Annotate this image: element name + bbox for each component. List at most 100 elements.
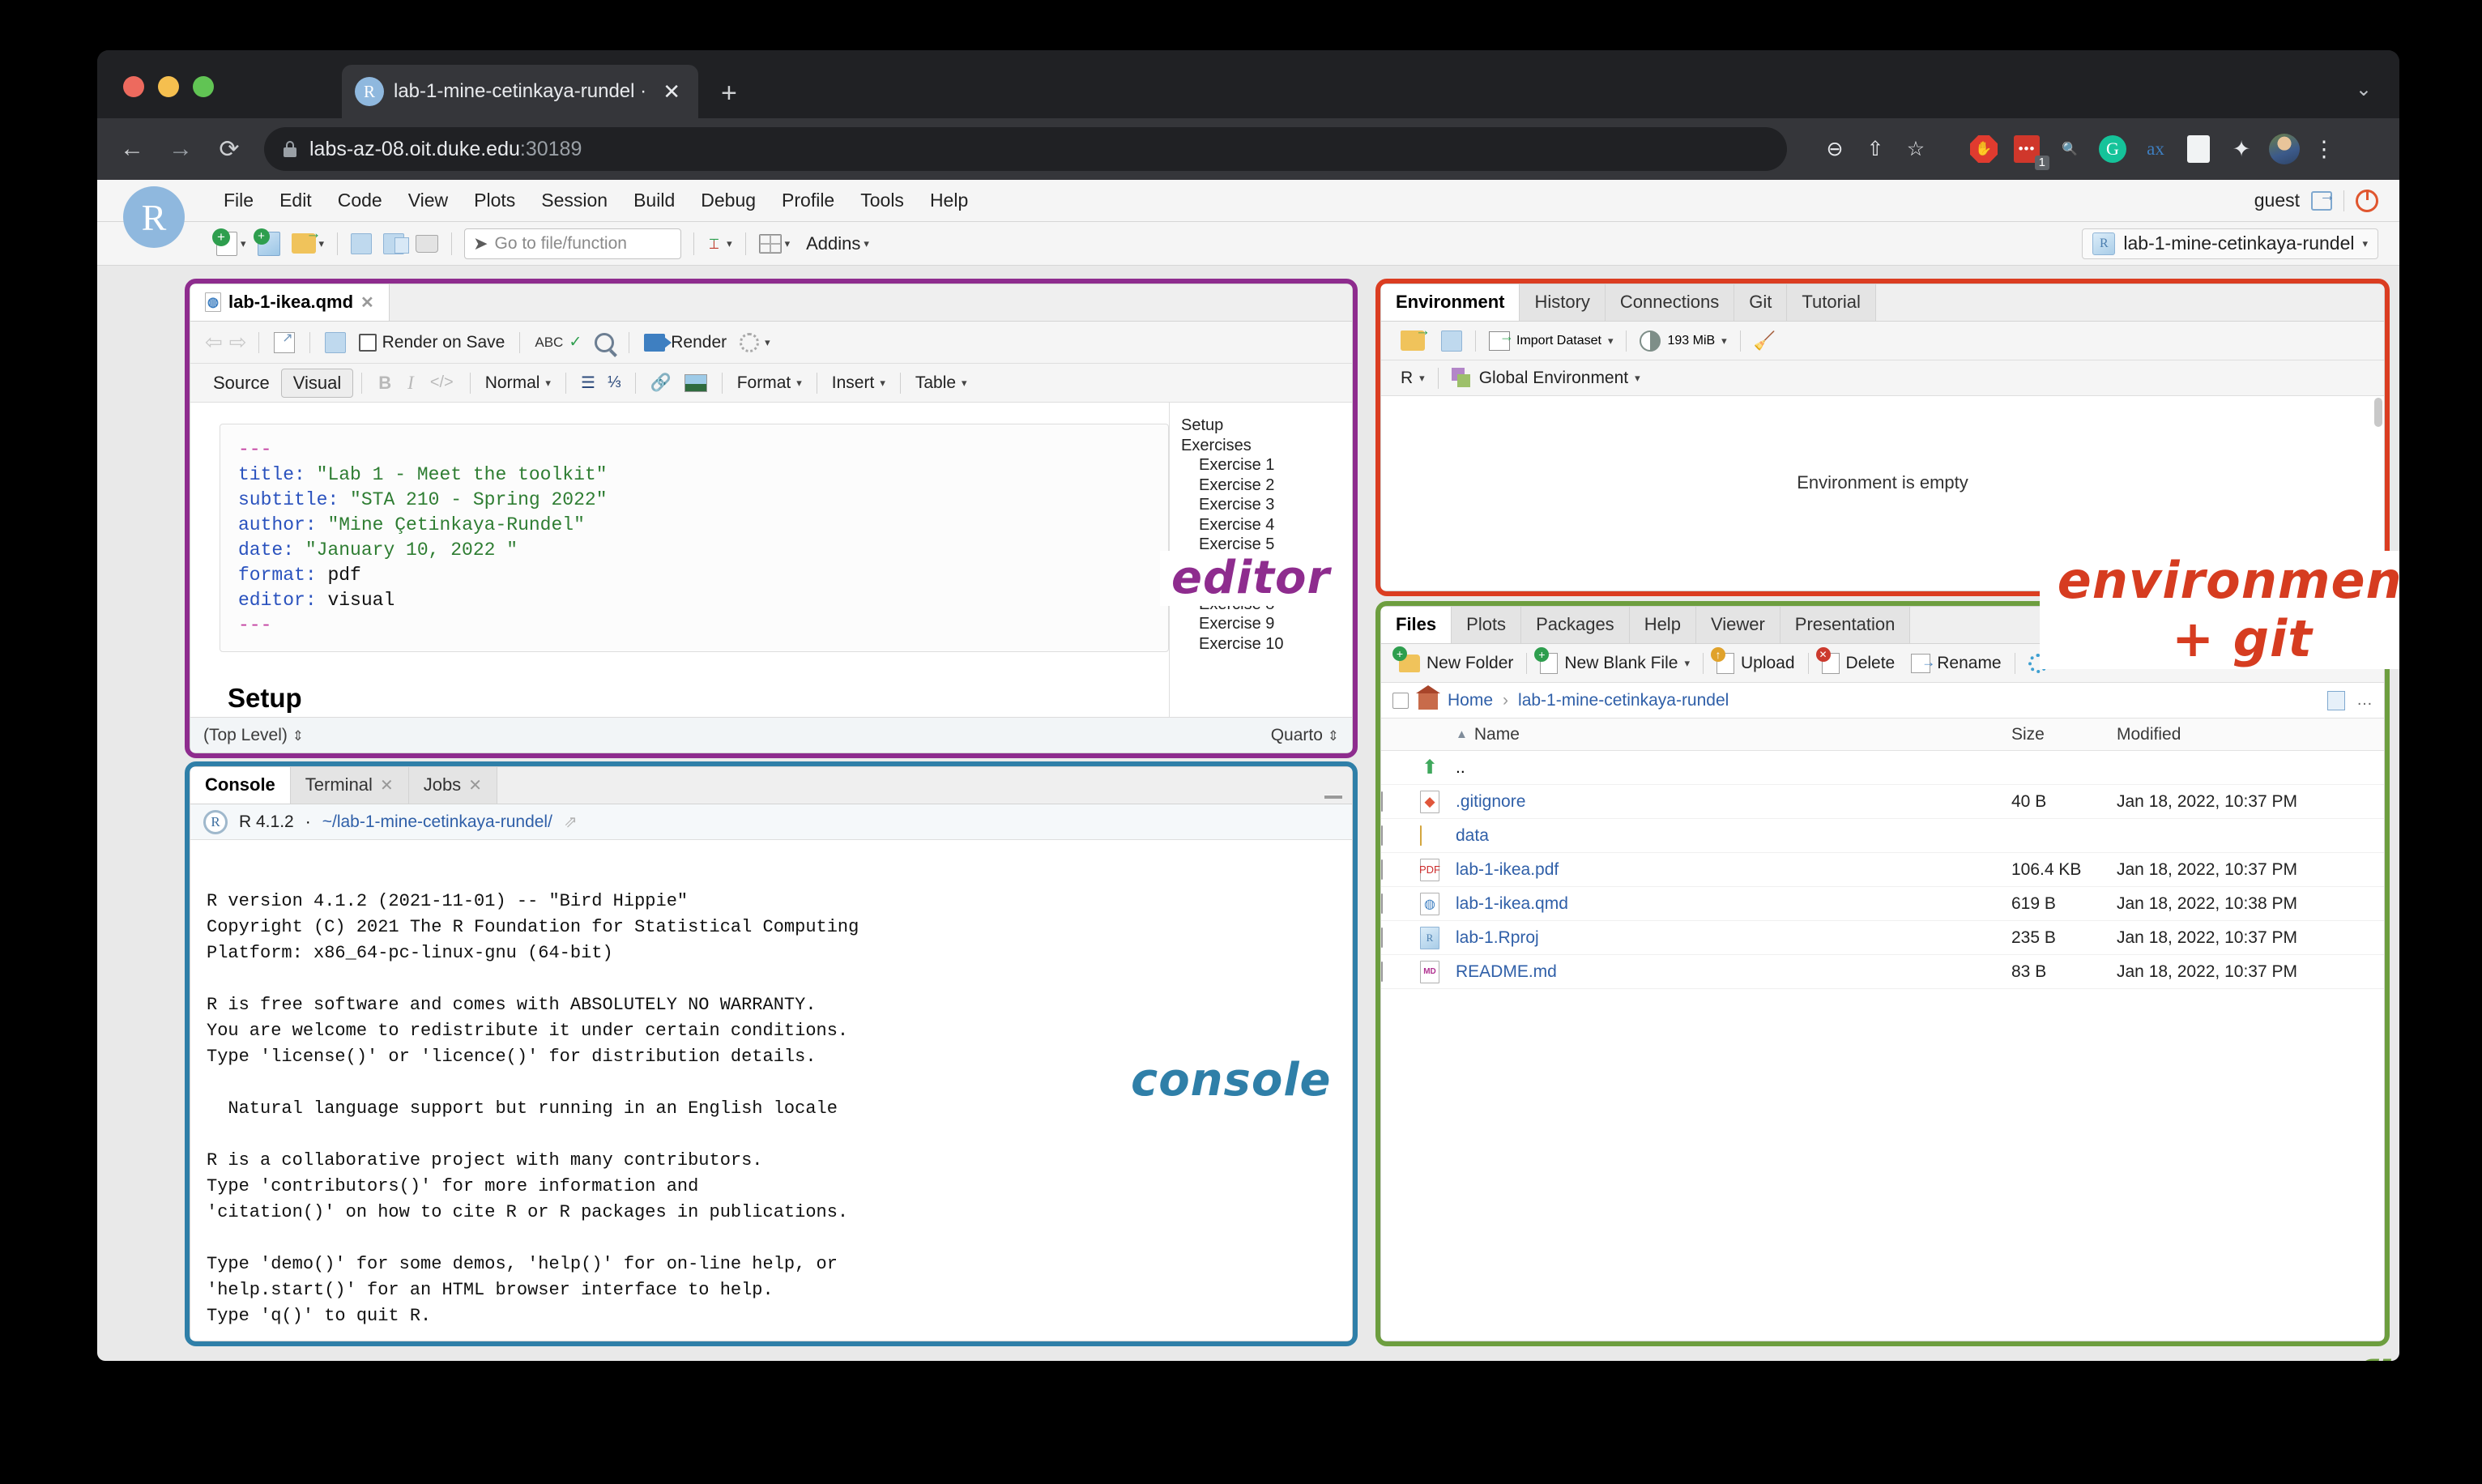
maximize-window-button[interactable] <box>193 76 214 97</box>
render-button[interactable]: Render <box>638 333 733 352</box>
block-format-dropdown[interactable]: Normal▾ <box>479 373 557 393</box>
tab-presentation[interactable]: Presentation <box>1780 606 1911 643</box>
tab-viewer[interactable]: Viewer <box>1696 606 1780 643</box>
insert-image-button[interactable] <box>678 374 714 392</box>
outline-item-exercises[interactable]: Exercises <box>1181 436 1352 456</box>
table-row[interactable]: ◍ lab-1-ikea.qmd 619 B Jan 18, 2022, 10:… <box>1381 887 2384 921</box>
close-window-button[interactable] <box>123 76 144 97</box>
menu-profile[interactable]: Profile <box>769 190 847 211</box>
project-caret-icon[interactable]: ▾ <box>2362 237 2368 250</box>
bookmark-star-icon[interactable]: ☆ <box>1897 130 1934 168</box>
table-row[interactable]: PDF lab-1-ikea.pdf 106.4 KB Jan 18, 2022… <box>1381 853 2384 887</box>
grammarly-icon[interactable]: G <box>2097 134 2128 164</box>
run-caret[interactable]: ▾ <box>727 237 732 250</box>
tab-console[interactable]: Console <box>190 766 291 804</box>
delete-button[interactable]: Delete <box>1814 653 1904 674</box>
scope-caret[interactable]: ▾ <box>1635 372 1640 385</box>
language-selector[interactable]: R▾ <box>1392 369 1433 388</box>
spellcheck-button[interactable]: ABC✓ <box>528 333 588 352</box>
table-row[interactable]: MD README.md 83 B Jan 18, 2022, 10:37 PM <box>1381 955 2384 989</box>
column-name[interactable]: ▲Name <box>1456 725 2011 744</box>
close-terminal-tab-icon[interactable]: ✕ <box>380 775 394 795</box>
save-button[interactable] <box>345 228 377 260</box>
editor-settings-button[interactable]: ▾ <box>733 333 777 352</box>
new-tab-button[interactable]: + <box>721 79 737 107</box>
column-size[interactable]: Size <box>2011 725 2117 744</box>
save-workspace-button[interactable] <box>1433 330 1470 352</box>
open-file-button[interactable]: ▾ <box>286 228 331 260</box>
home-icon[interactable] <box>1418 692 1438 710</box>
format-menu[interactable]: Format▾ <box>731 373 808 393</box>
tab-git[interactable]: Git <box>1734 284 1787 321</box>
breadcrumb-current[interactable]: lab-1-mine-cetinkaya-rundel <box>1518 691 1729 710</box>
addins-button[interactable]: Addins▾ <box>795 228 875 260</box>
reload-button[interactable]: ⟳ <box>215 135 243 164</box>
new-blank-file-caret[interactable]: ▾ <box>1684 657 1690 670</box>
console-output[interactable]: R version 4.1.2 (2021-11-01) -- "Bird Hi… <box>190 877 1352 1341</box>
editor-tab-lab-1-ikea-qmd[interactable]: ◍ lab-1-ikea.qmd ✕ <box>190 284 390 321</box>
more-paths-icon[interactable]: … <box>2356 691 2373 710</box>
import-dataset-caret[interactable]: ▾ <box>1608 335 1614 348</box>
close-tab-icon[interactable]: ✕ <box>658 79 685 104</box>
goto-file-function-input[interactable]: ➤ Go to file/function <box>464 228 681 259</box>
project-selector[interactable]: R lab-1-mine-cetinkaya-rundel ▾ <box>2082 228 2378 259</box>
row-checkbox[interactable] <box>1381 825 1383 846</box>
import-dataset-button[interactable]: Import Dataset ▾ <box>1481 331 1621 351</box>
forward-arrow-icon[interactable]: ⇨ <box>226 330 250 355</box>
italic-button[interactable]: I <box>399 373 422 394</box>
table-row[interactable]: data <box>1381 819 2384 853</box>
memory-usage-button[interactable]: 193 MiB ▾ <box>1631 330 1734 352</box>
row-checkbox[interactable] <box>1381 893 1383 914</box>
outline-item-exercise-9[interactable]: Exercise 9 <box>1181 614 1352 634</box>
load-workspace-button[interactable] <box>1392 330 1433 351</box>
rename-button[interactable]: Rename <box>1903 654 2009 673</box>
file-name[interactable]: .. <box>1456 758 2011 778</box>
addins-caret[interactable]: ▾ <box>864 237 869 250</box>
editor-scope-selector[interactable]: (Top Level) ⇕ <box>203 726 304 745</box>
row-checkbox[interactable] <box>1381 962 1383 982</box>
forward-button[interactable]: → <box>167 135 194 163</box>
document-extension-icon[interactable] <box>2183 134 2214 164</box>
browser-menu-kebab-icon[interactable]: ⋮ <box>2312 137 2336 162</box>
new-project-button[interactable]: + <box>252 228 286 260</box>
file-name[interactable]: README.md <box>1456 962 2011 982</box>
menu-plots[interactable]: Plots <box>461 190 528 211</box>
row-checkbox[interactable] <box>1381 791 1383 812</box>
column-modified[interactable]: Modified <box>2117 725 2384 744</box>
doctype-stepper-icon[interactable]: ⇕ <box>1328 728 1339 744</box>
power-quit-icon[interactable] <box>2356 190 2378 212</box>
console-working-directory[interactable]: ~/lab-1-mine-cetinkaya-rundel/ <box>322 812 552 832</box>
new-folder-button[interactable]: New Folder <box>1391 654 1521 673</box>
environment-scrollbar[interactable] <box>2374 398 2382 427</box>
row-checkbox[interactable] <box>1381 927 1383 948</box>
tab-plots[interactable]: Plots <box>1452 606 1521 643</box>
bold-button[interactable]: B <box>370 373 399 394</box>
ublock-stop-icon[interactable]: ✋ <box>1968 134 1999 164</box>
format-caret[interactable]: ▾ <box>796 377 802 390</box>
outline-item-exercise-4[interactable]: Exercise 4 <box>1181 515 1352 535</box>
file-name[interactable]: lab-1-ikea.pdf <box>1456 860 2011 880</box>
show-folder-icon[interactable] <box>2327 691 2345 710</box>
visual-mode-button[interactable]: Visual <box>281 369 354 398</box>
row-checkbox[interactable] <box>1381 859 1383 880</box>
tab-history[interactable]: History <box>1520 284 1605 321</box>
menu-debug[interactable]: Debug <box>688 190 769 211</box>
browser-tab[interactable]: R lab-1-mine-cetinkaya-rundel · ✕ <box>342 65 698 118</box>
tab-connections[interactable]: Connections <box>1606 284 1734 321</box>
popout-editor-button[interactable] <box>267 332 301 353</box>
scope-stepper-icon[interactable]: ⇕ <box>292 728 304 744</box>
tab-files[interactable]: Files <box>1381 606 1452 643</box>
yaml-front-matter[interactable]: --- title: "Lab 1 - Meet the toolkit" su… <box>220 424 1169 652</box>
red-extension-icon[interactable]: •••1 <box>2011 134 2042 164</box>
insert-caret[interactable]: ▾ <box>880 377 885 390</box>
environment-scope-selector[interactable]: Global Environment ▾ <box>1444 368 1648 389</box>
menu-file[interactable]: File <box>211 190 267 211</box>
outline-item-exercise-10[interactable]: Exercise 10 <box>1181 634 1352 655</box>
insert-menu[interactable]: Insert▾ <box>825 373 892 393</box>
save-all-button[interactable] <box>377 228 410 260</box>
chevron-down-icon[interactable]: ⌄ <box>2356 78 2372 101</box>
zoom-out-icon[interactable]: ⊖ <box>1816 130 1853 168</box>
sign-out-icon[interactable] <box>2311 191 2332 211</box>
menu-help[interactable]: Help <box>917 190 981 211</box>
file-name[interactable]: lab-1-ikea.qmd <box>1456 894 2011 914</box>
